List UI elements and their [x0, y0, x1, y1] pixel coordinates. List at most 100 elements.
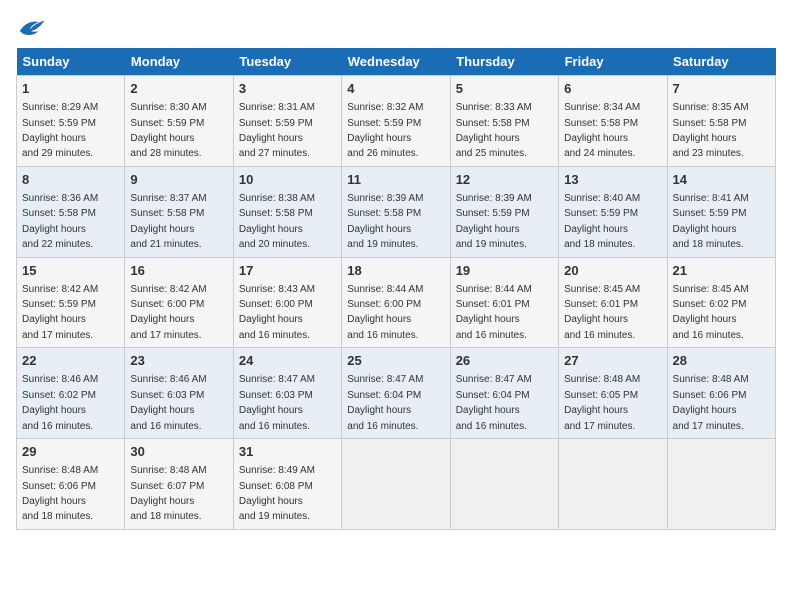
- day-info: Sunrise: 8:39 AMSunset: 5:58 PMDaylight …: [347, 193, 423, 250]
- calendar-week-row: 8 Sunrise: 8:36 AMSunset: 5:58 PMDayligh…: [17, 166, 776, 257]
- day-info: Sunrise: 8:37 AMSunset: 5:58 PMDaylight …: [130, 193, 206, 250]
- day-number: 11: [347, 171, 444, 189]
- calendar-cell: 19 Sunrise: 8:44 AMSunset: 6:01 PMDaylig…: [450, 257, 558, 348]
- calendar-week-row: 29 Sunrise: 8:48 AMSunset: 6:06 PMDaylig…: [17, 439, 776, 530]
- day-info: Sunrise: 8:39 AMSunset: 5:59 PMDaylight …: [456, 193, 532, 250]
- day-number: 25: [347, 352, 444, 370]
- calendar-cell: 26 Sunrise: 8:47 AMSunset: 6:04 PMDaylig…: [450, 348, 558, 439]
- day-number: 18: [347, 262, 444, 280]
- day-info: Sunrise: 8:44 AMSunset: 6:00 PMDaylight …: [347, 284, 423, 341]
- calendar-cell: 13 Sunrise: 8:40 AMSunset: 5:59 PMDaylig…: [559, 166, 667, 257]
- calendar-cell: 17 Sunrise: 8:43 AMSunset: 6:00 PMDaylig…: [233, 257, 341, 348]
- calendar-week-row: 15 Sunrise: 8:42 AMSunset: 5:59 PMDaylig…: [17, 257, 776, 348]
- calendar-cell: [559, 439, 667, 530]
- calendar-cell: 25 Sunrise: 8:47 AMSunset: 6:04 PMDaylig…: [342, 348, 450, 439]
- day-number: 20: [564, 262, 661, 280]
- day-number: 15: [22, 262, 119, 280]
- calendar-cell: 20 Sunrise: 8:45 AMSunset: 6:01 PMDaylig…: [559, 257, 667, 348]
- day-info: Sunrise: 8:47 AMSunset: 6:04 PMDaylight …: [456, 374, 532, 431]
- calendar-cell: 31 Sunrise: 8:49 AMSunset: 6:08 PMDaylig…: [233, 439, 341, 530]
- weekday-header: Friday: [559, 48, 667, 76]
- weekday-header: Thursday: [450, 48, 558, 76]
- day-number: 28: [673, 352, 770, 370]
- calendar-table: SundayMondayTuesdayWednesdayThursdayFrid…: [16, 48, 776, 530]
- day-info: Sunrise: 8:35 AMSunset: 5:58 PMDaylight …: [673, 102, 749, 159]
- calendar-body: 1 Sunrise: 8:29 AMSunset: 5:59 PMDayligh…: [17, 76, 776, 530]
- day-info: Sunrise: 8:36 AMSunset: 5:58 PMDaylight …: [22, 193, 98, 250]
- day-info: Sunrise: 8:43 AMSunset: 6:00 PMDaylight …: [239, 284, 315, 341]
- day-info: Sunrise: 8:40 AMSunset: 5:59 PMDaylight …: [564, 193, 640, 250]
- day-info: Sunrise: 8:45 AMSunset: 6:01 PMDaylight …: [564, 284, 640, 341]
- day-number: 13: [564, 171, 661, 189]
- day-number: 2: [130, 80, 227, 98]
- calendar-cell: 28 Sunrise: 8:48 AMSunset: 6:06 PMDaylig…: [667, 348, 775, 439]
- day-number: 24: [239, 352, 336, 370]
- calendar-cell: 10 Sunrise: 8:38 AMSunset: 5:58 PMDaylig…: [233, 166, 341, 257]
- calendar-cell: 14 Sunrise: 8:41 AMSunset: 5:59 PMDaylig…: [667, 166, 775, 257]
- day-info: Sunrise: 8:46 AMSunset: 6:02 PMDaylight …: [22, 374, 98, 431]
- calendar-cell: [667, 439, 775, 530]
- day-number: 19: [456, 262, 553, 280]
- day-info: Sunrise: 8:42 AMSunset: 6:00 PMDaylight …: [130, 284, 206, 341]
- calendar-cell: 7 Sunrise: 8:35 AMSunset: 5:58 PMDayligh…: [667, 76, 775, 167]
- day-number: 14: [673, 171, 770, 189]
- day-info: Sunrise: 8:42 AMSunset: 5:59 PMDaylight …: [22, 284, 98, 341]
- day-info: Sunrise: 8:31 AMSunset: 5:59 PMDaylight …: [239, 102, 315, 159]
- logo: [16, 16, 50, 40]
- day-number: 7: [673, 80, 770, 98]
- day-info: Sunrise: 8:34 AMSunset: 5:58 PMDaylight …: [564, 102, 640, 159]
- day-info: Sunrise: 8:48 AMSunset: 6:06 PMDaylight …: [673, 374, 749, 431]
- day-info: Sunrise: 8:44 AMSunset: 6:01 PMDaylight …: [456, 284, 532, 341]
- day-number: 3: [239, 80, 336, 98]
- day-number: 22: [22, 352, 119, 370]
- day-info: Sunrise: 8:41 AMSunset: 5:59 PMDaylight …: [673, 193, 749, 250]
- day-info: Sunrise: 8:48 AMSunset: 6:07 PMDaylight …: [130, 465, 206, 522]
- calendar-cell: 16 Sunrise: 8:42 AMSunset: 6:00 PMDaylig…: [125, 257, 233, 348]
- calendar-cell: 4 Sunrise: 8:32 AMSunset: 5:59 PMDayligh…: [342, 76, 450, 167]
- day-info: Sunrise: 8:48 AMSunset: 6:06 PMDaylight …: [22, 465, 98, 522]
- calendar-cell: 9 Sunrise: 8:37 AMSunset: 5:58 PMDayligh…: [125, 166, 233, 257]
- day-number: 29: [22, 443, 119, 461]
- calendar-cell: 21 Sunrise: 8:45 AMSunset: 6:02 PMDaylig…: [667, 257, 775, 348]
- day-info: Sunrise: 8:48 AMSunset: 6:05 PMDaylight …: [564, 374, 640, 431]
- day-number: 6: [564, 80, 661, 98]
- calendar-cell: 11 Sunrise: 8:39 AMSunset: 5:58 PMDaylig…: [342, 166, 450, 257]
- day-info: Sunrise: 8:45 AMSunset: 6:02 PMDaylight …: [673, 284, 749, 341]
- calendar-cell: 15 Sunrise: 8:42 AMSunset: 5:59 PMDaylig…: [17, 257, 125, 348]
- day-info: Sunrise: 8:29 AMSunset: 5:59 PMDaylight …: [22, 102, 98, 159]
- day-number: 12: [456, 171, 553, 189]
- weekday-header: Monday: [125, 48, 233, 76]
- day-info: Sunrise: 8:46 AMSunset: 6:03 PMDaylight …: [130, 374, 206, 431]
- day-number: 1: [22, 80, 119, 98]
- weekday-header: Wednesday: [342, 48, 450, 76]
- calendar-cell: 23 Sunrise: 8:46 AMSunset: 6:03 PMDaylig…: [125, 348, 233, 439]
- calendar-cell: 29 Sunrise: 8:48 AMSunset: 6:06 PMDaylig…: [17, 439, 125, 530]
- calendar-cell: 5 Sunrise: 8:33 AMSunset: 5:58 PMDayligh…: [450, 76, 558, 167]
- day-info: Sunrise: 8:49 AMSunset: 6:08 PMDaylight …: [239, 465, 315, 522]
- logo-icon: [16, 16, 46, 40]
- calendar-cell: 18 Sunrise: 8:44 AMSunset: 6:00 PMDaylig…: [342, 257, 450, 348]
- calendar-cell: 27 Sunrise: 8:48 AMSunset: 6:05 PMDaylig…: [559, 348, 667, 439]
- calendar-cell: 30 Sunrise: 8:48 AMSunset: 6:07 PMDaylig…: [125, 439, 233, 530]
- calendar-cell: 1 Sunrise: 8:29 AMSunset: 5:59 PMDayligh…: [17, 76, 125, 167]
- day-number: 21: [673, 262, 770, 280]
- day-number: 30: [130, 443, 227, 461]
- day-number: 5: [456, 80, 553, 98]
- day-number: 4: [347, 80, 444, 98]
- calendar-week-row: 1 Sunrise: 8:29 AMSunset: 5:59 PMDayligh…: [17, 76, 776, 167]
- day-info: Sunrise: 8:38 AMSunset: 5:58 PMDaylight …: [239, 193, 315, 250]
- weekday-header: Tuesday: [233, 48, 341, 76]
- day-number: 17: [239, 262, 336, 280]
- day-number: 10: [239, 171, 336, 189]
- day-info: Sunrise: 8:47 AMSunset: 6:04 PMDaylight …: [347, 374, 423, 431]
- calendar-cell: 22 Sunrise: 8:46 AMSunset: 6:02 PMDaylig…: [17, 348, 125, 439]
- calendar-cell: 3 Sunrise: 8:31 AMSunset: 5:59 PMDayligh…: [233, 76, 341, 167]
- page-header: [16, 16, 776, 40]
- day-number: 27: [564, 352, 661, 370]
- calendar-cell: 6 Sunrise: 8:34 AMSunset: 5:58 PMDayligh…: [559, 76, 667, 167]
- calendar-cell: 12 Sunrise: 8:39 AMSunset: 5:59 PMDaylig…: [450, 166, 558, 257]
- weekday-header: Saturday: [667, 48, 775, 76]
- calendar-cell: 2 Sunrise: 8:30 AMSunset: 5:59 PMDayligh…: [125, 76, 233, 167]
- day-info: Sunrise: 8:47 AMSunset: 6:03 PMDaylight …: [239, 374, 315, 431]
- day-info: Sunrise: 8:30 AMSunset: 5:59 PMDaylight …: [130, 102, 206, 159]
